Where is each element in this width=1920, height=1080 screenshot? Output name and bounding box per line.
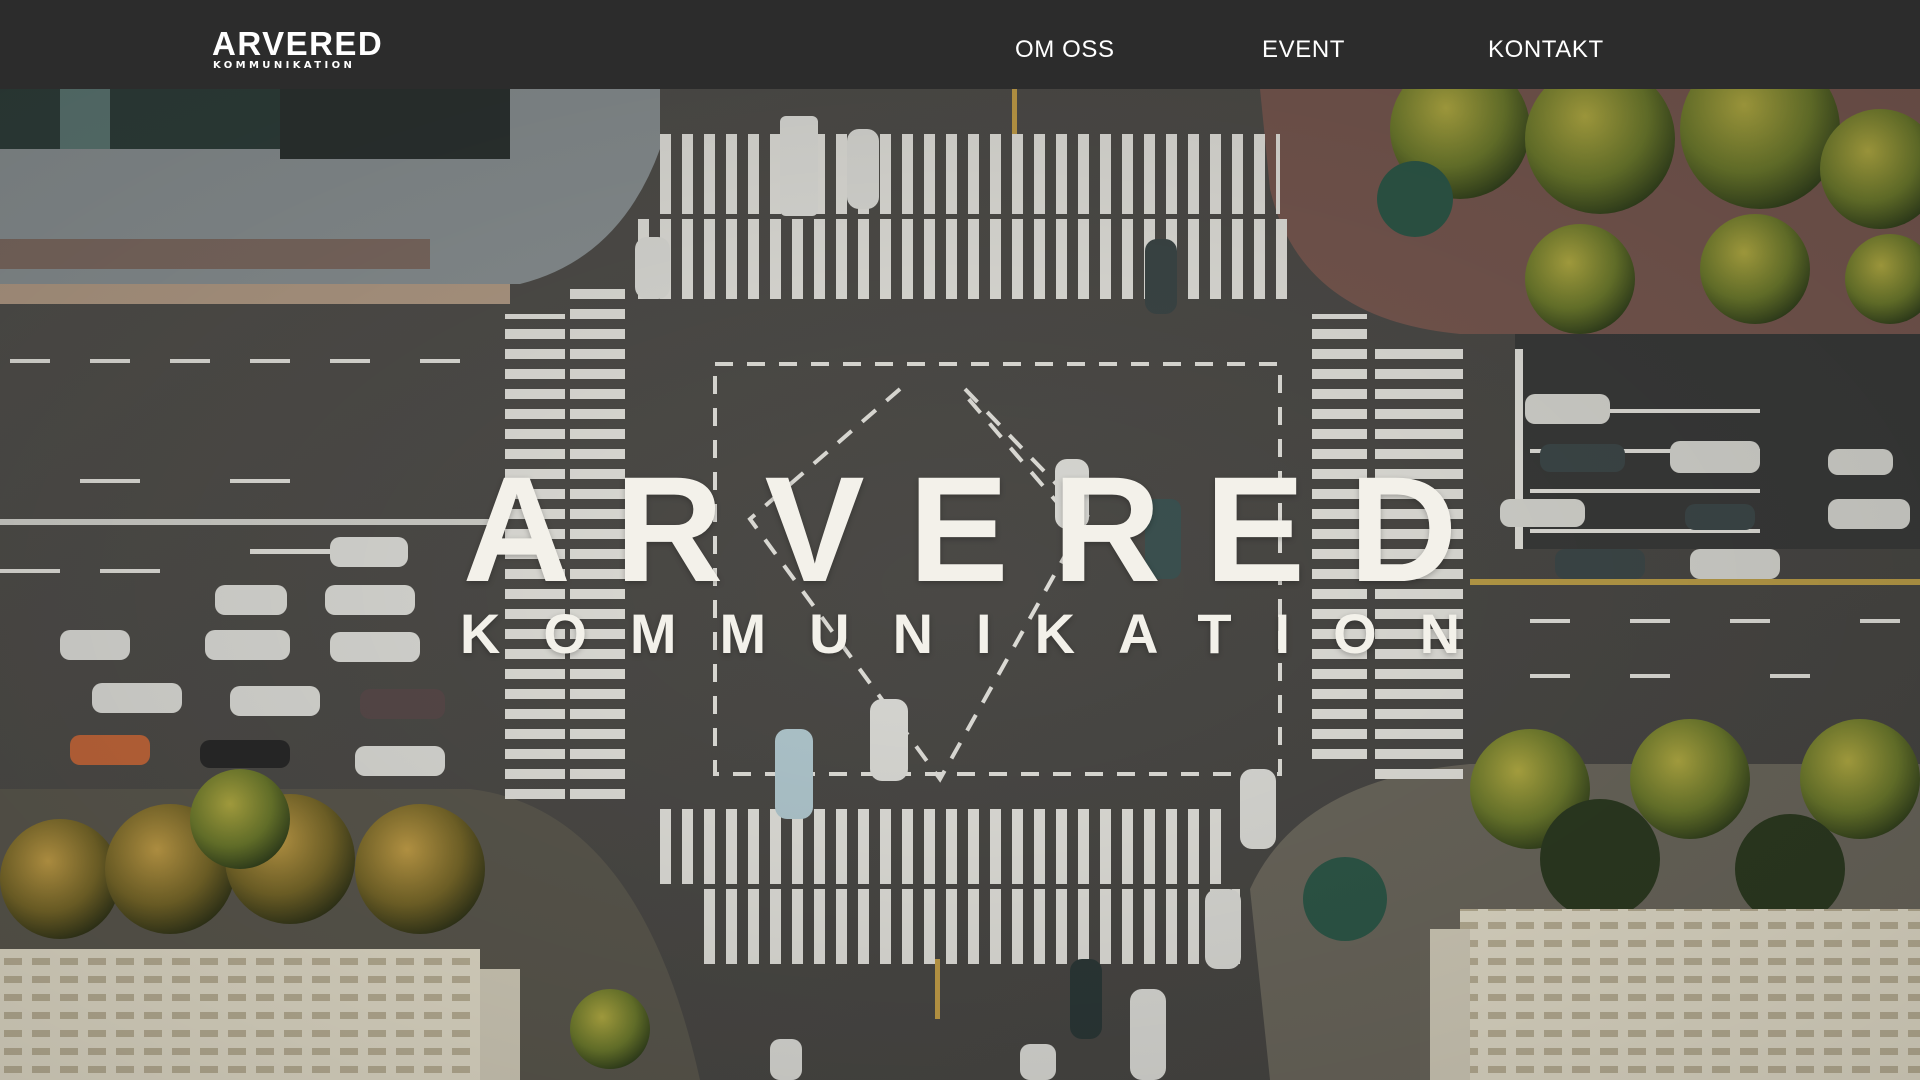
- hero-section: ARVERED KOMMUNIKATION: [0, 89, 1920, 1080]
- hero-wordmark: ARVERED: [462, 445, 1502, 613]
- hero-title: ARVERED KOMMUNIKATION: [0, 445, 1920, 665]
- page: ARVERED KOMMUNIKATION OM OSS EVENT KONTA…: [0, 0, 1920, 1080]
- nav-link-om-oss[interactable]: OM OSS: [1015, 36, 1115, 64]
- nav-link-event[interactable]: EVENT: [1262, 36, 1345, 64]
- main-nav: OM OSS EVENT KONTAKT: [0, 0, 1920, 89]
- nav-link-kontakt[interactable]: KONTAKT: [1488, 36, 1604, 64]
- hero-tagline: KOMMUNIKATION: [459, 602, 1504, 665]
- site-header: ARVERED KOMMUNIKATION OM OSS EVENT KONTA…: [0, 0, 1920, 89]
